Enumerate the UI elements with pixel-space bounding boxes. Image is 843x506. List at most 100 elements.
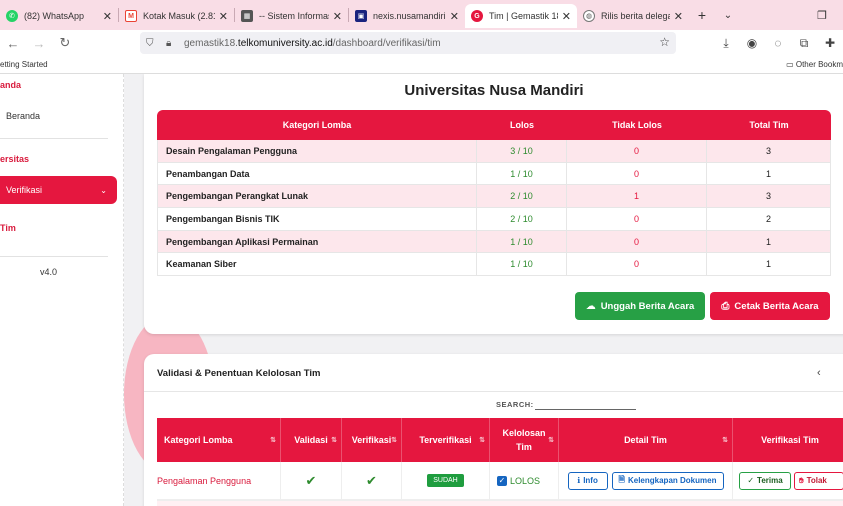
tab-whatsapp[interactable]: ✆ (82) WhatsApp ✕ — [0, 4, 118, 28]
table-row — [157, 500, 843, 506]
cell-terverifikasi: SUDAH — [402, 462, 490, 500]
new-tab-icon[interactable]: + — [689, 7, 715, 23]
validasi-card: Validasi & Penentuan Kelolosan Tim ‹ SEA… — [144, 354, 843, 506]
cell-kategori: Keamanan Siber — [157, 253, 477, 277]
forward-arrow-icon[interactable]: → — [26, 36, 52, 51]
bookmark-star-icon[interactable]: ☆ — [659, 35, 670, 49]
cell-tidak-lolos: 0 — [567, 162, 707, 186]
extensions-puzzle-icon[interactable]: ✚ — [817, 36, 843, 50]
tab-title: Kotak Masuk (2.812) - — [143, 11, 215, 21]
bookmarks-bar: etting Started ▭ Other Bookm — [0, 56, 843, 74]
sidebar-item-label: Verifikasi — [6, 185, 43, 195]
reload-icon[interactable]: ↻ — [52, 35, 78, 51]
tolak-button[interactable]: ✋︎ Tolak — [794, 471, 843, 490]
bookmark-other-label: Other Bookm — [795, 60, 843, 69]
hand-stop-icon: ✋︎ — [799, 475, 804, 485]
app-version: v4.0 — [40, 267, 58, 277]
download-icon[interactable]: ⤓ — [713, 36, 739, 51]
url-bar[interactable]: ⛉ 🔒︎ gemastik18. telkomuniversity.ac.id/d… — [140, 32, 676, 54]
header-label: Terverifikasi — [419, 435, 472, 445]
cell-verifikasi: ✔ — [342, 462, 402, 500]
table-row: Keamanan Siber 1 / 10 0 1 — [157, 253, 831, 277]
globe-icon: ◍ — [583, 10, 595, 22]
kelengkapan-dokumen-button[interactable]: 🗎︎ Kelengkapan Dokumen — [611, 471, 724, 490]
tab-title: Rilis berita delegasi UI — [601, 11, 670, 21]
header-kategori-lomba[interactable]: Kategori Lomba ⇅ — [157, 418, 281, 462]
account-icon[interactable]: ◉ — [739, 36, 765, 50]
back-arrow-icon[interactable]: ← — [0, 36, 26, 51]
close-icon[interactable]: ✕ — [103, 10, 112, 23]
tab-nexis[interactable]: ▣ nexis.nusamandiri.ac.ic ✕ — [349, 4, 465, 28]
cell-total: 1 — [707, 253, 831, 277]
check-small-icon: ✓ — [747, 476, 755, 485]
header-lolos: Lolos — [477, 110, 567, 140]
unggah-berita-acara-button[interactable]: ☁ Unggah Berita Acara — [575, 292, 705, 320]
lock-icon: 🔒︎ — [166, 37, 172, 49]
cell-kategori: Penambangan Data — [157, 162, 477, 186]
header-verifikasi-tim[interactable]: Verifikasi Tim — [733, 418, 843, 462]
tab-list-chevron-icon[interactable]: ⌄ — [715, 10, 741, 21]
cell-total: 2 — [707, 208, 831, 231]
kategori-text: Pengalaman Pengguna — [157, 475, 252, 486]
terima-button[interactable]: ✓ Terima — [739, 471, 791, 490]
table-row: Penambangan Data 1 / 10 0 1 — [157, 162, 831, 186]
page-content: anda Beranda ersitas Verifikasi ⌄ Tim v4… — [0, 74, 843, 506]
site-icon: ▦ — [241, 10, 253, 22]
info-label: Info — [583, 476, 598, 485]
tab-sistem-informasi[interactable]: ▦ -- Sistem Informasi Un ✕ — [235, 4, 348, 28]
toolbar-right: ⤓ ◉ ◌ ⧉ ✚ — [713, 30, 843, 56]
search-label: SEARCH: — [496, 400, 534, 409]
sidebar-item-beranda-header[interactable]: anda — [0, 80, 21, 90]
cell-kelolosan: ✓ LOLOS — [490, 462, 559, 500]
header-label: Verifikasi Tim — [761, 435, 819, 445]
cell-tidak-lolos: 0 — [567, 230, 707, 254]
search-input[interactable] — [535, 398, 636, 410]
sidebar-item-verifikasi[interactable]: Verifikasi ⌄ — [0, 176, 117, 204]
restore-window-icon[interactable]: ❐ — [809, 9, 835, 22]
kelengkapan-label: Kelengkapan Dokumen — [627, 476, 717, 485]
tab-title: nexis.nusamandiri.ac.ic — [373, 11, 446, 21]
info-button[interactable]: ℹ Info — [567, 471, 608, 490]
translate-icon[interactable]: ⧉ — [791, 36, 817, 51]
bookmark-other[interactable]: ▭ Other Bookm — [786, 60, 843, 69]
sort-icon: ⇅ — [270, 437, 276, 444]
tab-rilis-berita[interactable]: ◍ Rilis berita delegasi UI ✕ — [577, 4, 689, 28]
close-icon[interactable]: ✕ — [333, 10, 342, 23]
status-badge: SUDAH — [427, 474, 464, 487]
sort-icon: ⇅ — [722, 437, 728, 444]
checkbox-checked[interactable]: ✓ — [497, 475, 507, 486]
header-label: Kelolosan Tim — [502, 428, 546, 452]
close-icon[interactable]: ✕ — [674, 10, 683, 23]
tab-gemastik[interactable]: G Tim | Gemastik 18 ✕ — [465, 4, 577, 28]
header-terverifikasi[interactable]: Terverifikasi ⇅ — [402, 418, 490, 462]
close-icon[interactable]: ✕ — [450, 10, 459, 23]
cetak-berita-acara-button[interactable]: ⎙ Cetak Berita Acara — [710, 292, 830, 320]
bookmark-getting-started[interactable]: etting Started — [0, 60, 48, 69]
cell-detail: ℹ Info 🗎︎ Kelengkapan Dokumen — [559, 462, 733, 500]
close-icon[interactable]: ✕ — [562, 10, 571, 23]
chevron-left-icon[interactable]: ‹ — [817, 367, 821, 379]
folder-icon: ▭ — [786, 60, 796, 69]
header-label: Validasi — [294, 435, 328, 445]
cell-kategori: Pengembangan Perangkat Lunak — [157, 185, 477, 209]
header-detail-tim[interactable]: Detail Tim ⇅ — [559, 418, 733, 462]
table-row: Pengalaman Pengguna ✔ ✔ SUDAH ✓ LOLOS ℹI… — [157, 462, 843, 500]
close-icon[interactable]: ✕ — [219, 10, 228, 23]
cell-kategori: Desain Pengalaman Pengguna — [157, 140, 477, 163]
document-icon: 🗎︎ — [618, 474, 625, 484]
browser-navbar: ← → ↻ ⛉ 🔒︎ gemastik18. telkomuniversity.a… — [0, 30, 843, 56]
extension-icon[interactable]: ◌ — [765, 36, 791, 50]
cell-kategori: Pengalaman Pengguna — [157, 462, 281, 500]
sort-icon: ⇅ — [479, 437, 485, 444]
sidebar-item-tim[interactable]: Tim — [0, 223, 16, 233]
tab-gmail[interactable]: M Kotak Masuk (2.812) - ✕ — [119, 4, 234, 28]
sidebar-item-universitas[interactable]: ersitas — [0, 154, 29, 164]
header-verifikasi[interactable]: Verifikasi ⇅ — [342, 418, 402, 462]
url-path: /dashboard/verifikasi/tim — [332, 37, 441, 49]
header-kelolosan-tim[interactable]: Kelolosan Tim ⇅ — [490, 418, 559, 462]
header-total: Total Tim — [707, 110, 831, 140]
sidebar-item-beranda[interactable]: Beranda — [6, 111, 40, 121]
header-validasi[interactable]: Validasi ⇅ — [281, 418, 342, 462]
cell-lolos: 2 / 10 — [477, 185, 567, 209]
header-label: Detail Tim — [624, 435, 667, 445]
